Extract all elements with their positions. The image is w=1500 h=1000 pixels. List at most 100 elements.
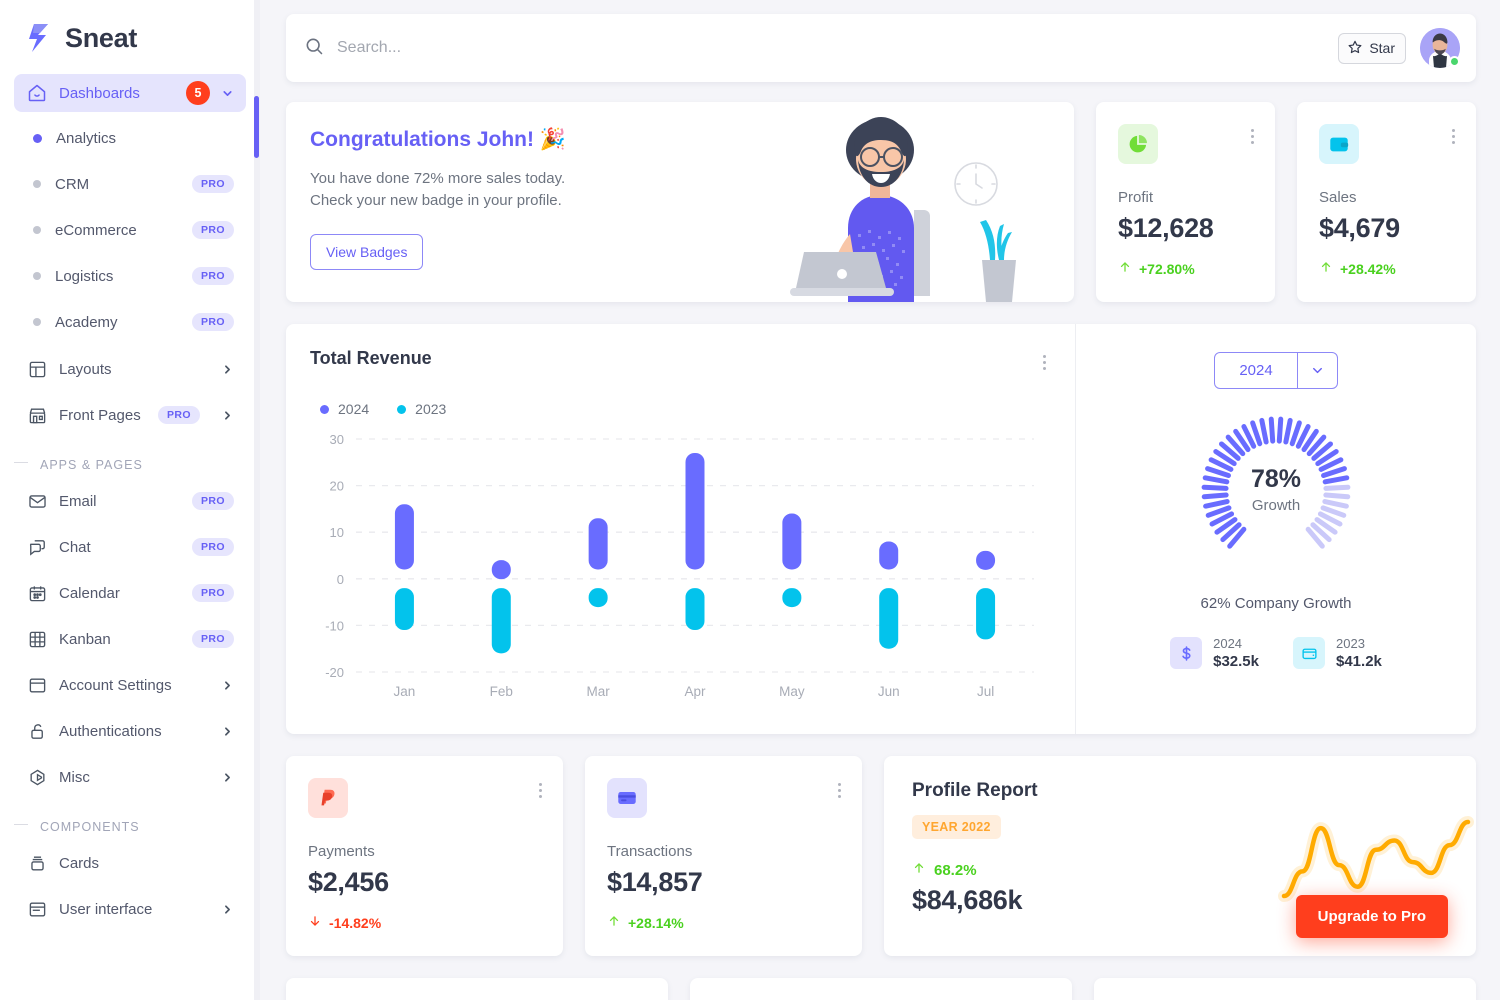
chevron-down-icon[interactable] bbox=[221, 87, 234, 100]
sidebar-item-email[interactable]: Email PRO bbox=[14, 482, 246, 520]
stat-delta: +28.42% bbox=[1319, 260, 1456, 277]
chevron-right-icon[interactable] bbox=[221, 409, 234, 422]
kebab-menu-icon[interactable] bbox=[1449, 126, 1458, 147]
legend-label: 2024 bbox=[338, 401, 370, 417]
sidebar-item-authentications[interactable]: Authentications bbox=[14, 712, 246, 750]
legend-item-2024[interactable]: 2024 bbox=[320, 401, 369, 417]
stat-value: $4,679 bbox=[1319, 213, 1400, 243]
chevron-right-icon[interactable] bbox=[221, 679, 234, 692]
stat-value: $12,628 bbox=[1118, 213, 1214, 243]
home-icon bbox=[26, 82, 48, 104]
window-icon bbox=[26, 674, 48, 696]
svg-text:Jan: Jan bbox=[394, 684, 416, 699]
sidebar-item-ecommerce[interactable]: eCommerce PRO bbox=[14, 212, 246, 248]
upgrade-to-pro-button[interactable]: Upgrade to Pro bbox=[1295, 895, 1448, 938]
stat-card-sales: Sales $4,679 +28.42% bbox=[1297, 102, 1476, 302]
search-container[interactable] bbox=[304, 36, 1338, 61]
section-header-components: COMPONENTS bbox=[14, 804, 246, 844]
growth-panel: 2024 78% Growth 62% Company Growth 2024 … bbox=[1076, 324, 1476, 734]
sidebar-item-label: Cards bbox=[59, 854, 100, 872]
growth-percent: 78% bbox=[1250, 464, 1302, 493]
legend-label: 2023 bbox=[415, 401, 447, 417]
dashboards-badge-count: 5 bbox=[186, 81, 210, 105]
credit-card-icon bbox=[618, 792, 636, 804]
section-header-apps-pages: APPS & PAGES bbox=[14, 442, 246, 482]
sidebar-item-chat[interactable]: Chat PRO bbox=[14, 528, 246, 566]
sidebar-scrollbar-thumb[interactable] bbox=[254, 96, 259, 158]
bullet-icon bbox=[33, 226, 41, 234]
sidebar-item-cards[interactable]: Cards bbox=[14, 844, 246, 882]
search-input[interactable] bbox=[337, 39, 737, 57]
wallet-icon bbox=[1330, 137, 1349, 152]
sidebar-item-label: Chat bbox=[59, 538, 91, 556]
sidebar-item-front-pages[interactable]: Front Pages PRO bbox=[14, 396, 246, 434]
app-root: Sneat Dashboards 5 Analytics CRM PRO eCo… bbox=[0, 0, 1500, 1000]
sidebar-item-label: User interface bbox=[59, 900, 153, 918]
sidebar-item-layouts[interactable]: Layouts bbox=[14, 350, 246, 388]
avatar[interactable] bbox=[1420, 28, 1460, 68]
sidebar-item-label: CRM bbox=[55, 175, 90, 193]
star-button[interactable]: Star bbox=[1338, 32, 1406, 64]
pro-badge: PRO bbox=[192, 584, 234, 602]
profile-report-sparkline bbox=[1276, 814, 1476, 904]
stat-value: $2,456 bbox=[308, 867, 389, 897]
svg-text:May: May bbox=[779, 684, 805, 699]
sidebar-item-calendar[interactable]: Calendar PRO bbox=[14, 574, 246, 612]
stat-card-transactions: Transactions $14,857 +28.14% bbox=[585, 756, 862, 956]
year-select-value: 2024 bbox=[1239, 362, 1273, 379]
total-revenue-title: Total Revenue bbox=[310, 348, 432, 368]
pro-badge: PRO bbox=[192, 313, 234, 331]
peek-card-2 bbox=[690, 978, 1072, 1000]
revenue-bar-chart: 30 20 10 0 -10 -20 Jan Feb Mar Apr May Jun Jul bbox=[310, 429, 1053, 704]
profile-report-delta-value: 68.2% bbox=[934, 861, 977, 879]
stat-card-profit: Profit $12,628 +72.80% bbox=[1096, 102, 1275, 302]
sidebar-item-label: Dashboards bbox=[59, 84, 140, 102]
sidebar-item-logistics[interactable]: Logistics PRO bbox=[14, 258, 246, 294]
sidebar-item-account-settings[interactable]: Account Settings bbox=[14, 666, 246, 704]
view-badges-button[interactable]: View Badges bbox=[310, 233, 424, 270]
year-badge: YEAR 2022 bbox=[912, 815, 1001, 839]
sidebar-item-label: eCommerce bbox=[55, 221, 137, 239]
kebab-menu-icon[interactable] bbox=[1040, 352, 1049, 373]
stat-delta: +28.14% bbox=[607, 914, 842, 931]
sidebar-nav: Dashboards 5 Analytics CRM PRO eCommerce… bbox=[0, 74, 260, 928]
stat-label: Sales bbox=[1319, 189, 1357, 206]
legend-swatch bbox=[320, 404, 329, 414]
chevron-right-icon[interactable] bbox=[221, 771, 234, 784]
chevron-right-icon[interactable] bbox=[221, 363, 234, 376]
growth-stat-2023: 2023 $41.2k bbox=[1293, 636, 1382, 670]
year-select[interactable]: 2024 bbox=[1214, 352, 1338, 389]
growth-stat-year: 2023 bbox=[1336, 636, 1365, 651]
sidebar-item-misc[interactable]: Misc bbox=[14, 758, 246, 796]
sidebar-item-user-interface[interactable]: User interface bbox=[14, 890, 246, 928]
profile-report-card: Profile Report YEAR 2022 68.2% $84,686k … bbox=[884, 756, 1476, 956]
stat-delta-value: +72.80% bbox=[1139, 260, 1195, 277]
sidebar-item-crm[interactable]: CRM PRO bbox=[14, 166, 246, 202]
sidebar-item-kanban[interactable]: Kanban PRO bbox=[14, 620, 246, 658]
stat-delta: -14.82% bbox=[308, 914, 543, 931]
paypal-icon bbox=[321, 789, 335, 806]
pro-badge: PRO bbox=[192, 492, 234, 510]
svg-text:-20: -20 bbox=[325, 665, 344, 680]
kebab-menu-icon[interactable] bbox=[1248, 126, 1257, 147]
chat-icon bbox=[26, 536, 48, 558]
wallet-icon-wrapper bbox=[1293, 637, 1325, 669]
kebab-menu-icon[interactable] bbox=[835, 780, 844, 801]
stat-label: Transactions bbox=[607, 843, 693, 860]
mail-icon bbox=[26, 490, 48, 512]
stat-label: Profit bbox=[1118, 189, 1154, 206]
sidebar-item-dashboards[interactable]: Dashboards 5 bbox=[14, 74, 246, 112]
chevron-right-icon[interactable] bbox=[221, 903, 234, 916]
kebab-menu-icon[interactable] bbox=[536, 780, 545, 801]
growth-stats: 2024 $32.5k 2023 $41.2k bbox=[1170, 636, 1382, 670]
chevron-right-icon[interactable] bbox=[221, 725, 234, 738]
svg-text:0: 0 bbox=[337, 572, 344, 587]
radial-center-text: 78% Growth bbox=[1196, 411, 1356, 571]
chart-legend: 2024 2023 bbox=[320, 401, 1053, 417]
arrow-down-icon bbox=[308, 914, 322, 931]
brand[interactable]: Sneat bbox=[0, 0, 260, 74]
sidebar-item-academy[interactable]: Academy PRO bbox=[14, 304, 246, 340]
chevron-down-icon[interactable] bbox=[1296, 353, 1337, 388]
legend-item-2023[interactable]: 2023 bbox=[397, 401, 446, 417]
sidebar-item-analytics[interactable]: Analytics bbox=[14, 120, 246, 156]
